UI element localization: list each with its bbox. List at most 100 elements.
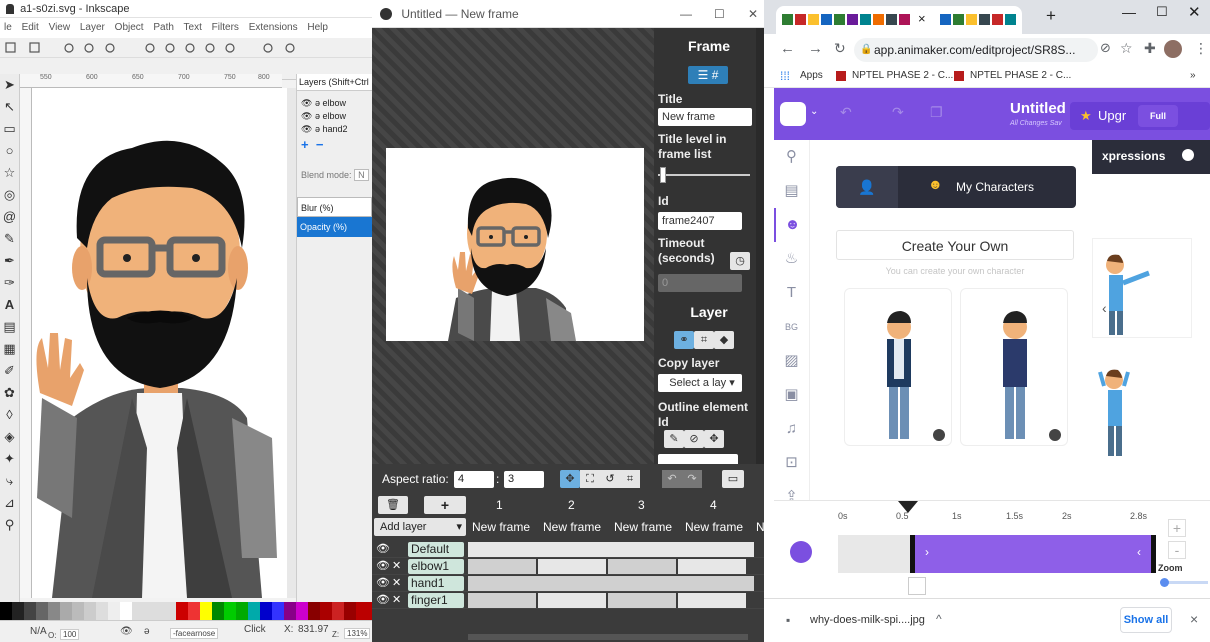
text-icon[interactable]: T: [774, 276, 809, 310]
opacity-field[interactable]: Opacity (%): [297, 217, 372, 237]
menu-icon[interactable]: ⋮: [1194, 40, 1208, 57]
select-layer-dropdown[interactable]: Select a lay ▾: [658, 374, 742, 392]
list-icon[interactable]: ☰: [698, 68, 709, 82]
delete-layer-icon[interactable]: ✕: [392, 576, 401, 589]
eraser-icon[interactable]: ◆: [714, 331, 734, 349]
menu-edit[interactable]: Edit: [22, 22, 39, 33]
chevron-down-icon[interactable]: ⌄: [810, 106, 818, 117]
close-icon[interactable]: ✕: [1188, 3, 1201, 21]
frame-preview[interactable]: [386, 148, 644, 341]
mesh-tool-icon[interactable]: ▦: [0, 338, 19, 360]
lock-icon[interactable]: ə: [315, 98, 320, 108]
hide-icon[interactable]: ⊘: [684, 430, 704, 448]
move-icon[interactable]: ✥: [560, 470, 580, 488]
menu-text[interactable]: Text: [184, 22, 202, 33]
blur-field[interactable]: Blur (%): [297, 197, 372, 217]
measure-tool-icon[interactable]: ⊿: [0, 492, 19, 514]
spiral-tool-icon[interactable]: ◎: [0, 184, 19, 206]
apps-icon[interactable]: ⁞⁞⁞: [780, 64, 790, 88]
layer-name[interactable]: elbow1: [408, 559, 464, 574]
crop-icon[interactable]: ⌗: [694, 331, 714, 349]
ellipse-tool-icon[interactable]: ○: [0, 140, 19, 162]
dropper-tool-icon[interactable]: ✐: [0, 360, 19, 382]
link-icon[interactable]: ⚭: [674, 331, 694, 349]
lock-icon[interactable]: ə: [315, 111, 320, 121]
aspect-width-input[interactable]: 4: [454, 471, 494, 488]
expression-card[interactable]: [1092, 350, 1192, 470]
eye-icon[interactable]: 👁: [376, 542, 390, 555]
pencil-tool-icon[interactable]: ✎: [0, 228, 19, 250]
layer-cell[interactable]: [468, 559, 536, 574]
tweak-tool-icon[interactable]: ✦: [0, 448, 19, 470]
my-characters-tab[interactable]: My Characters: [956, 180, 1034, 194]
chevron-up-icon[interactable]: ^: [936, 612, 942, 626]
download-filename[interactable]: why-does-milk-spi....jpg: [810, 614, 925, 626]
props-icon[interactable]: ♨: [774, 242, 809, 276]
pick-element-icon[interactable]: ✎: [664, 430, 684, 448]
layer-name[interactable]: hand1: [408, 576, 464, 591]
chevron-left-icon[interactable]: ‹: [1137, 545, 1141, 559]
frame-name[interactable]: New frame: [685, 520, 756, 534]
bookmark-item[interactable]: NPTEL PHASE 2 - C...: [970, 64, 1071, 88]
layer-row[interactable]: 👁 ə elbow: [301, 97, 372, 110]
menu-extensions[interactable]: Extensions: [249, 22, 298, 33]
add-frame-icon[interactable]: +: [424, 496, 466, 514]
opacity-input[interactable]: 100: [60, 629, 80, 640]
layer-cell[interactable]: [678, 559, 746, 574]
layer-cell[interactable]: [468, 576, 754, 591]
layer-row[interactable]: 👁 ə hand2: [301, 123, 372, 136]
bookmark-item[interactable]: NPTEL PHASE 2 - C...: [852, 64, 953, 88]
layer-row[interactable]: 👁 ə elbow: [301, 110, 372, 123]
avatar[interactable]: [1164, 40, 1182, 58]
undo-icon[interactable]: ↶: [662, 470, 682, 488]
expression-card[interactable]: [1092, 238, 1192, 338]
incognito-icon[interactable]: ⊘: [1100, 40, 1111, 56]
color-palette[interactable]: [0, 602, 372, 620]
id-input[interactable]: frame2407: [658, 212, 742, 230]
pen-tool-icon[interactable]: ✒: [0, 250, 19, 272]
forward-icon[interactable]: →: [808, 40, 823, 57]
star-tool-icon[interactable]: ☆: [0, 162, 19, 184]
layer-cell[interactable]: [468, 542, 754, 557]
project-title[interactable]: Untitled: [1010, 100, 1066, 117]
animaker-logo-icon[interactable]: [780, 102, 806, 126]
text-tool-icon[interactable]: A: [0, 294, 19, 316]
drawing-canvas[interactable]: [32, 88, 287, 598]
layer-cell[interactable]: [608, 593, 676, 608]
more-bookmarks-icon[interactable]: »: [1190, 64, 1196, 88]
character-card[interactable]: [844, 288, 952, 446]
lock-icon[interactable]: ə: [144, 626, 150, 637]
layer-cell[interactable]: [678, 593, 746, 608]
layer-row[interactable]: 👁 Default: [372, 541, 764, 558]
bucket-tool-icon[interactable]: ◈: [0, 426, 19, 448]
timeline-scrollbar[interactable]: [468, 634, 748, 640]
effects-icon[interactable]: ⊡: [774, 446, 809, 480]
minimize-icon[interactable]: —: [680, 0, 692, 28]
show-all-button[interactable]: Show all: [1120, 607, 1172, 633]
move-icon[interactable]: ✥: [704, 430, 724, 448]
menu-file[interactable]: le: [4, 22, 12, 33]
eye-icon[interactable]: 👁: [301, 111, 312, 121]
zoom-tool-icon[interactable]: ⚲: [0, 514, 19, 536]
redo-icon[interactable]: ↷: [682, 470, 702, 488]
menu-filters[interactable]: Filters: [212, 22, 239, 33]
layer-cell[interactable]: [608, 559, 676, 574]
connector-tool-icon[interactable]: ⤷: [0, 470, 19, 492]
layer-row[interactable]: 👁 ✕ hand1: [372, 575, 764, 592]
close-tab-icon[interactable]: ×: [918, 11, 926, 26]
character-icon[interactable]: ☻: [774, 208, 809, 242]
layer-name[interactable]: Default: [408, 542, 464, 557]
node-tool-icon[interactable]: ↖: [0, 96, 19, 118]
scene-icon[interactable]: ▤: [774, 174, 809, 208]
new-tab-button[interactable]: +: [1046, 6, 1056, 26]
back-icon[interactable]: ←: [780, 40, 795, 57]
menu-path[interactable]: Path: [153, 22, 174, 33]
delete-layer-icon[interactable]: ✕: [392, 593, 401, 606]
spray-tool-icon[interactable]: ✿: [0, 382, 19, 404]
layer-row[interactable]: 👁 ✕ finger1: [372, 592, 764, 609]
frame-name[interactable]: New frame: [543, 520, 614, 534]
frame-name[interactable]: New frame: [472, 520, 543, 534]
chevron-right-icon[interactable]: ›: [925, 545, 929, 559]
fit-icon[interactable]: ⛶: [580, 470, 600, 488]
redo-icon[interactable]: ↷: [892, 104, 904, 121]
